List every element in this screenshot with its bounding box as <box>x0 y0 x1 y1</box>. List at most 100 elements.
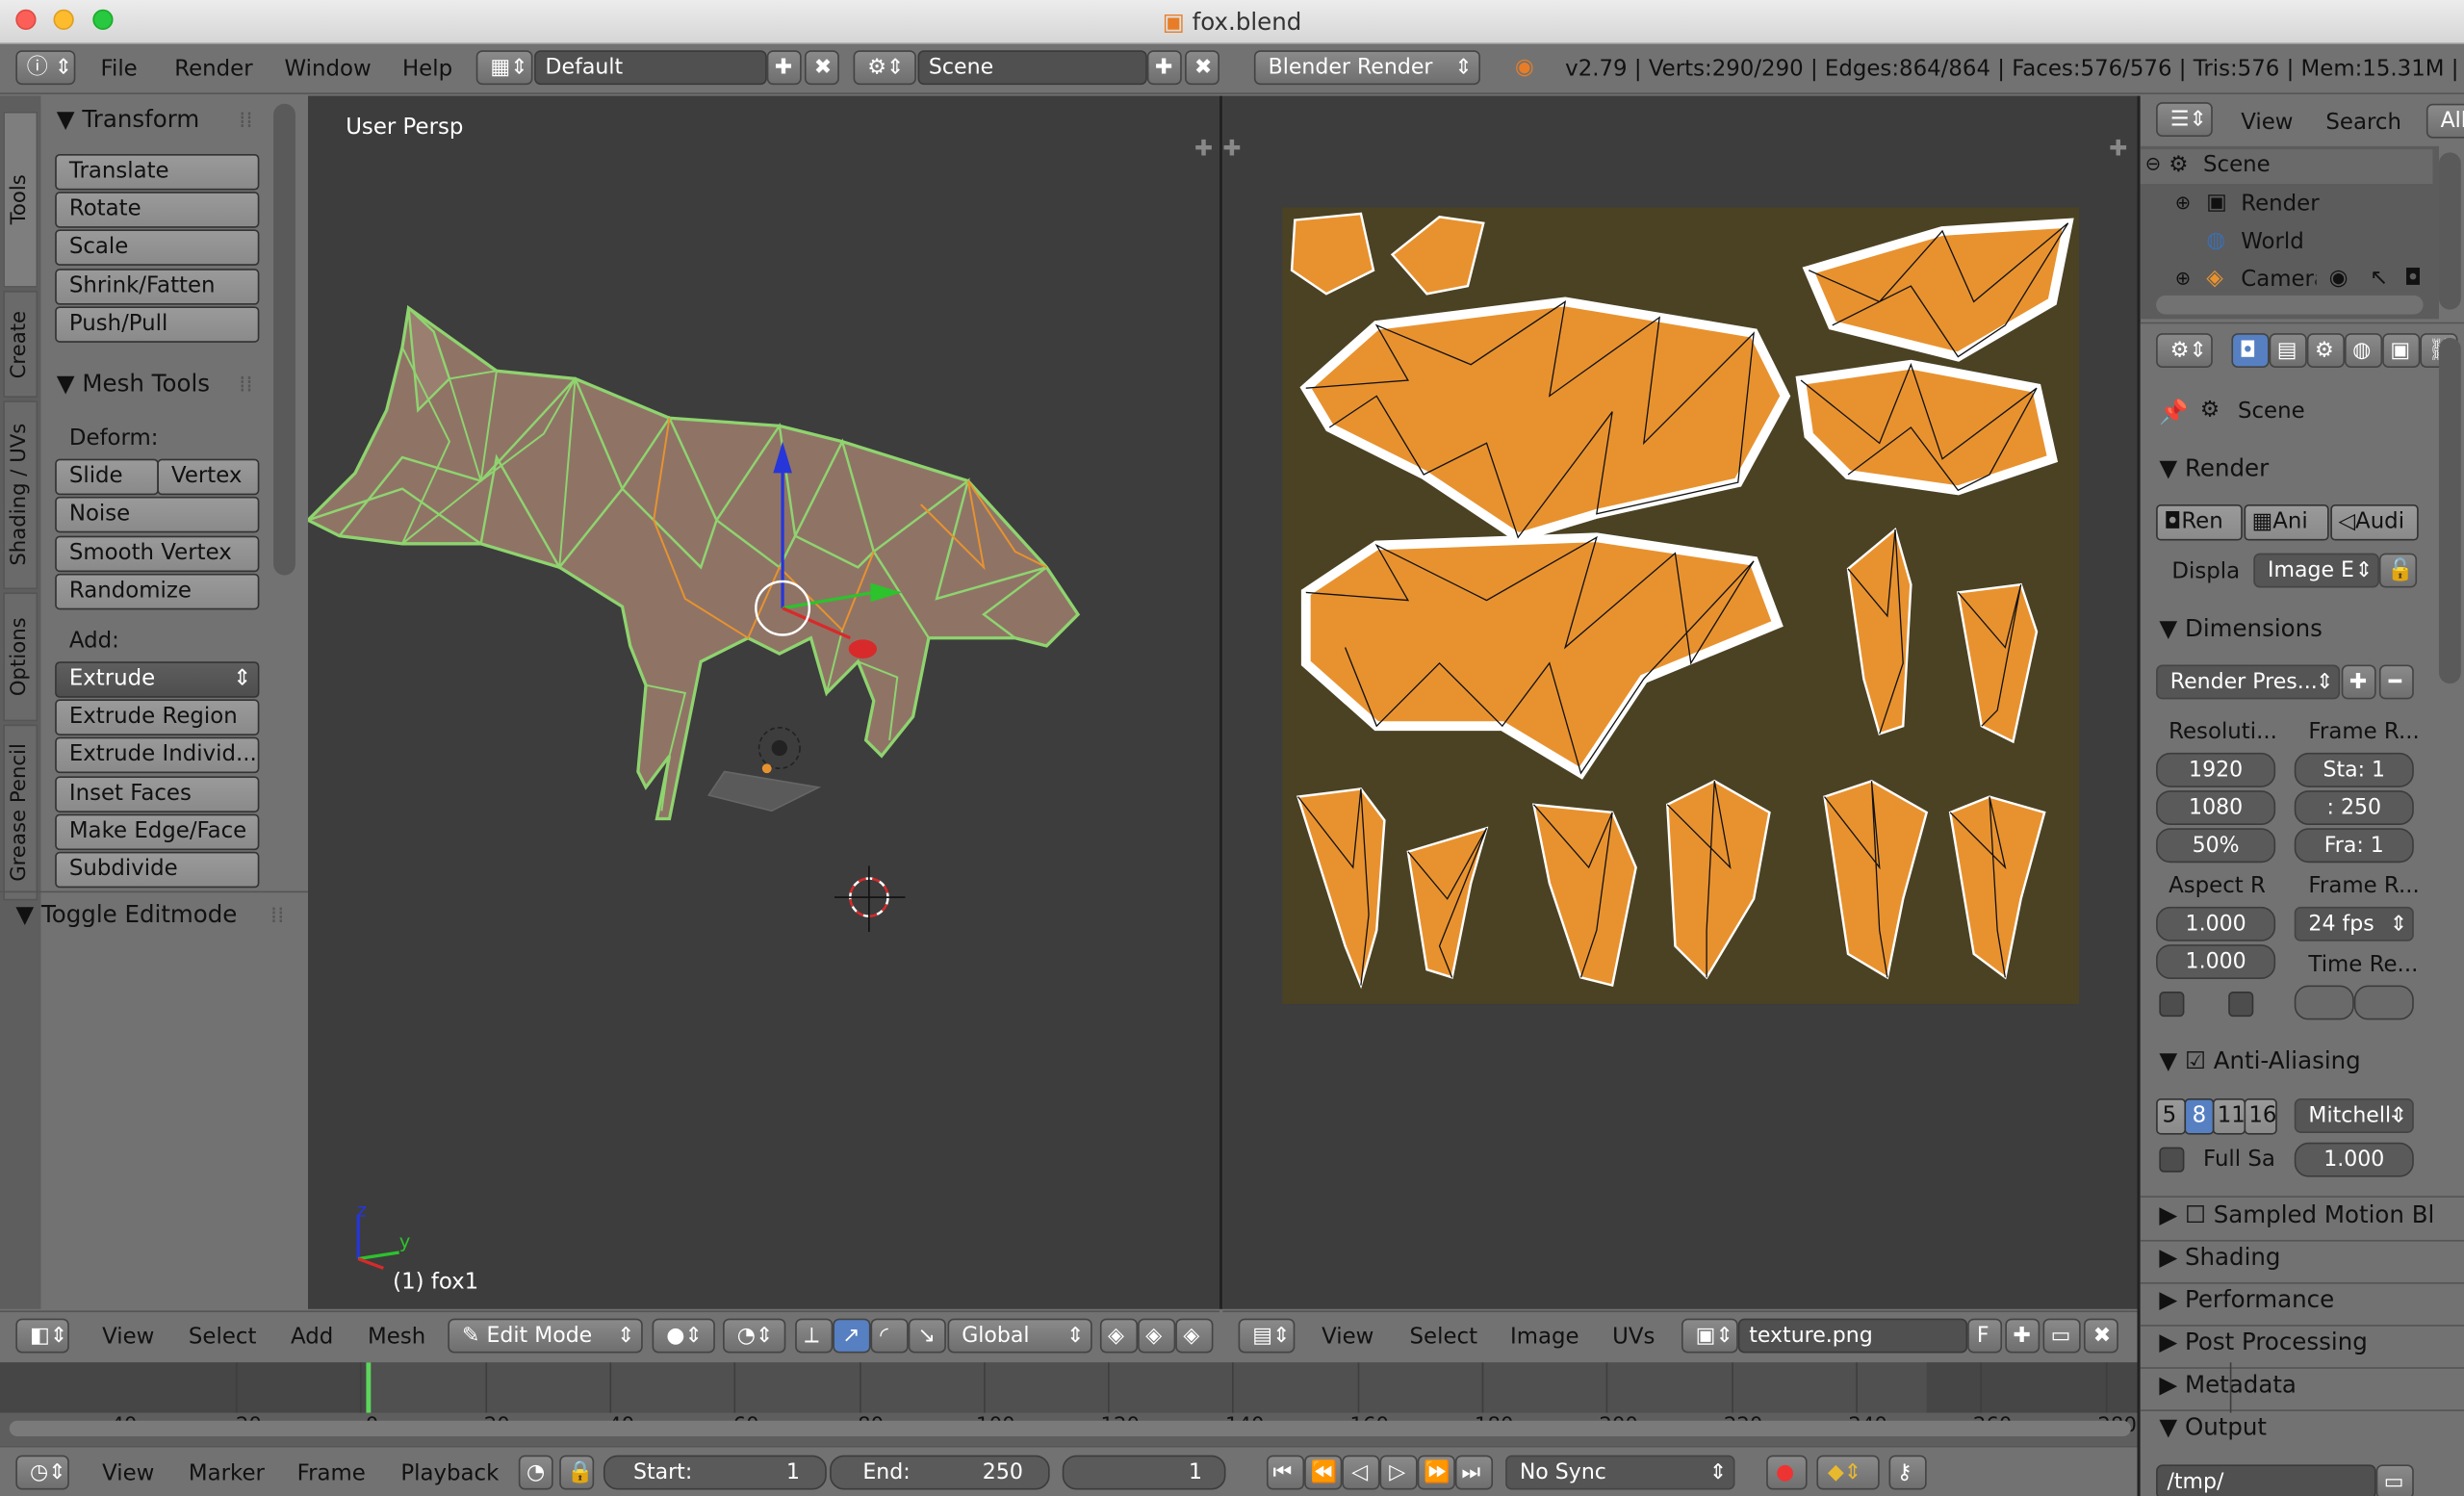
slide-edge-button[interactable]: Slide Ed <box>55 458 159 522</box>
folder-icon[interactable]: ▭ <box>2375 1464 2414 1496</box>
remove-scene-button[interactable]: ✖ <box>1185 50 1219 86</box>
remove-preset-button[interactable]: ━ <box>2378 664 2414 700</box>
menu-help[interactable]: Help <box>402 57 452 82</box>
menu-mesh[interactable]: Mesh <box>368 1325 425 1350</box>
scale-manipulator-icon[interactable]: ↘ <box>908 1318 946 1354</box>
timeline-area[interactable]: -40-200204060801001201401601802002202402… <box>0 1362 2232 1446</box>
scale-button[interactable]: Scale <box>55 229 260 266</box>
post-processing-panel-header[interactable]: ▶ Post Processing <box>2159 1328 2367 1355</box>
expand-icon[interactable]: ⊕ <box>2175 192 2191 214</box>
render-animation-button[interactable]: ▦Ani <box>2244 504 2329 541</box>
record-icon[interactable]: ● <box>1766 1455 1808 1490</box>
image-name-field[interactable]: texture.png <box>1737 1318 1968 1354</box>
drag-handle-icon[interactable]: ⁞⁞ <box>270 904 285 929</box>
jump-end-icon[interactable]: ⏭ <box>1454 1455 1494 1490</box>
menu-view[interactable]: View <box>2241 110 2293 135</box>
crop-checkbox[interactable] <box>2228 992 2254 1018</box>
resolution-percentage-field[interactable]: 50% <box>2156 828 2276 864</box>
jump-start-icon[interactable]: ⏮ <box>1266 1455 1305 1490</box>
tab-tools[interactable]: Tools <box>3 111 38 288</box>
scene-tab-icon[interactable]: ⚙ <box>2306 333 2345 368</box>
extrude-menu-button[interactable]: Extrude ⇕ <box>55 661 260 698</box>
inset-faces-button[interactable]: Inset Faces <box>55 776 260 812</box>
jump-keyframe-forward-icon[interactable]: ⏩ <box>1417 1455 1455 1490</box>
frame-start-field[interactable]: Sta: 1 <box>2294 752 2414 787</box>
world-tab-icon[interactable]: ◍ <box>2344 333 2383 368</box>
render-audio-button[interactable]: ◁Audi <box>2330 504 2419 541</box>
expand-icon[interactable]: ⊕ <box>2175 268 2191 290</box>
full-sample-checkbox[interactable] <box>2159 1147 2185 1173</box>
subdivide-button[interactable]: Subdivide <box>55 851 260 889</box>
outliner-item-render[interactable]: Render <box>2241 192 2319 217</box>
tab-create[interactable]: Create <box>3 290 38 398</box>
aa-filter-select[interactable]: Mitchell- ⇕ <box>2294 1098 2414 1133</box>
scene-icon[interactable]: ⚙⇕ <box>853 50 916 86</box>
aa-samples-5[interactable]: 5 <box>2156 1098 2187 1135</box>
cursor-icon[interactable]: ↖ <box>2370 266 2388 291</box>
interaction-mode-select[interactable]: ✎ Edit Mode ⇕ <box>448 1318 643 1354</box>
collapse-icon[interactable]: ⊖ <box>2145 152 2161 174</box>
motion-blur-checkbox[interactable]: ☐ <box>2185 1200 2206 1228</box>
make-edge-face-button[interactable]: Make Edge/Face <box>55 813 260 851</box>
vertex-select-mode-icon[interactable]: ◈ <box>1099 1318 1139 1354</box>
fox-mesh[interactable] <box>308 96 1219 1309</box>
screen-layout-icon[interactable]: ▦⇕ <box>475 50 533 86</box>
sync-mode-select[interactable]: No Sync ⇕ <box>1505 1455 1735 1490</box>
render-presets-select[interactable]: Render Pres... ⇕ <box>2156 664 2341 700</box>
tool-shelf-scrollbar[interactable] <box>273 103 295 576</box>
display-mode-select[interactable]: All <box>2426 103 2464 139</box>
menu-playback[interactable]: Playback <box>400 1461 499 1486</box>
editor-type-3d-view-button[interactable]: ◧⇕ <box>15 1318 69 1354</box>
properties-scrollbar[interactable] <box>2438 337 2461 684</box>
rotate-manipulator-icon[interactable]: ◜ <box>870 1318 909 1354</box>
screen-layout-field[interactable]: Default <box>534 50 767 86</box>
border-checkbox[interactable] <box>2159 992 2185 1018</box>
mesh-tools-panel-header[interactable]: ▼ Mesh Tools <box>57 370 210 398</box>
menu-frame[interactable]: Frame <box>297 1461 366 1486</box>
metadata-panel-header[interactable]: ▶ Metadata <box>2159 1370 2297 1398</box>
outliner-item-world[interactable]: World <box>2241 229 2304 254</box>
preview-range-icon[interactable]: ◔ <box>518 1455 553 1490</box>
menu-select[interactable]: Select <box>1410 1325 1478 1350</box>
rotate-button[interactable]: Rotate <box>55 192 260 228</box>
editor-type-outliner-button[interactable]: ☰⇕ <box>2156 102 2213 138</box>
menu-add[interactable]: Add <box>291 1325 333 1350</box>
resolution-y-field[interactable]: 1080 <box>2156 790 2276 826</box>
sampled-motion-blur-panel-header[interactable]: ▶ ☐ Sampled Motion Bl <box>2159 1200 2434 1228</box>
menu-window[interactable]: Window <box>285 57 372 82</box>
render-image-button[interactable]: ◘Ren <box>2156 504 2243 541</box>
display-mode-select[interactable]: Image E ⇕ <box>2253 553 2379 588</box>
fake-user-button[interactable]: F <box>1967 1318 2003 1354</box>
keying-set-icon[interactable]: ◆⇕ <box>1816 1455 1880 1490</box>
menu-uvs[interactable]: UVs <box>1612 1325 1655 1350</box>
add-preset-button[interactable]: ✚ <box>2341 664 2376 700</box>
translate-manipulator-icon[interactable]: ↗ <box>833 1318 871 1354</box>
editor-type-timeline-button[interactable]: ◷⇕ <box>15 1455 69 1490</box>
time-new-field[interactable] <box>2353 985 2414 1020</box>
filter-size-field[interactable]: 1.000 <box>2294 1142 2414 1177</box>
end-frame-field[interactable]: End: 250 <box>830 1455 1050 1490</box>
anti-aliasing-checkbox[interactable]: ☑ <box>2185 1046 2206 1074</box>
transform-orientation-select[interactable]: Global ⇕ <box>947 1318 1092 1354</box>
aspect-x-field[interactable]: 1.000 <box>2156 906 2276 941</box>
render-engine-select[interactable]: Blender Render ⇕ <box>1253 50 1481 86</box>
light-object[interactable] <box>707 726 822 812</box>
menu-view[interactable]: View <box>102 1325 154 1350</box>
editor-type-properties-button[interactable]: ⚙⇕ <box>2156 333 2213 368</box>
keying-tool-icon[interactable]: ⚷ <box>1888 1455 1927 1490</box>
toggle-editmode-panel-header[interactable]: ▼ Toggle Editmode <box>15 900 237 928</box>
performance-panel-header[interactable]: ▶ Performance <box>2159 1285 2334 1313</box>
jump-keyframe-back-icon[interactable]: ⏪ <box>1304 1455 1343 1490</box>
play-reverse-icon[interactable]: ◁ <box>1342 1455 1380 1490</box>
extrude-region-button[interactable]: Extrude Region <box>55 699 260 735</box>
split-corner-icon[interactable]: ✚ <box>1222 137 1241 162</box>
aa-samples-8[interactable]: 8 <box>2184 1098 2215 1135</box>
render-layers-tab-icon[interactable]: ▤ <box>2269 333 2307 368</box>
outliner-item-camera[interactable]: Camera <box>2241 268 2316 293</box>
pin-icon[interactable]: 📌 <box>2159 398 2189 426</box>
face-select-mode-icon[interactable]: ◈ <box>1175 1318 1214 1354</box>
output-panel-header[interactable]: ▼ Output <box>2159 1413 2267 1441</box>
menu-image[interactable]: Image <box>1510 1325 1579 1350</box>
camera-render-icon[interactable]: ◘ <box>2404 266 2422 291</box>
transform-panel-header[interactable]: ▼ Transform <box>57 105 199 133</box>
